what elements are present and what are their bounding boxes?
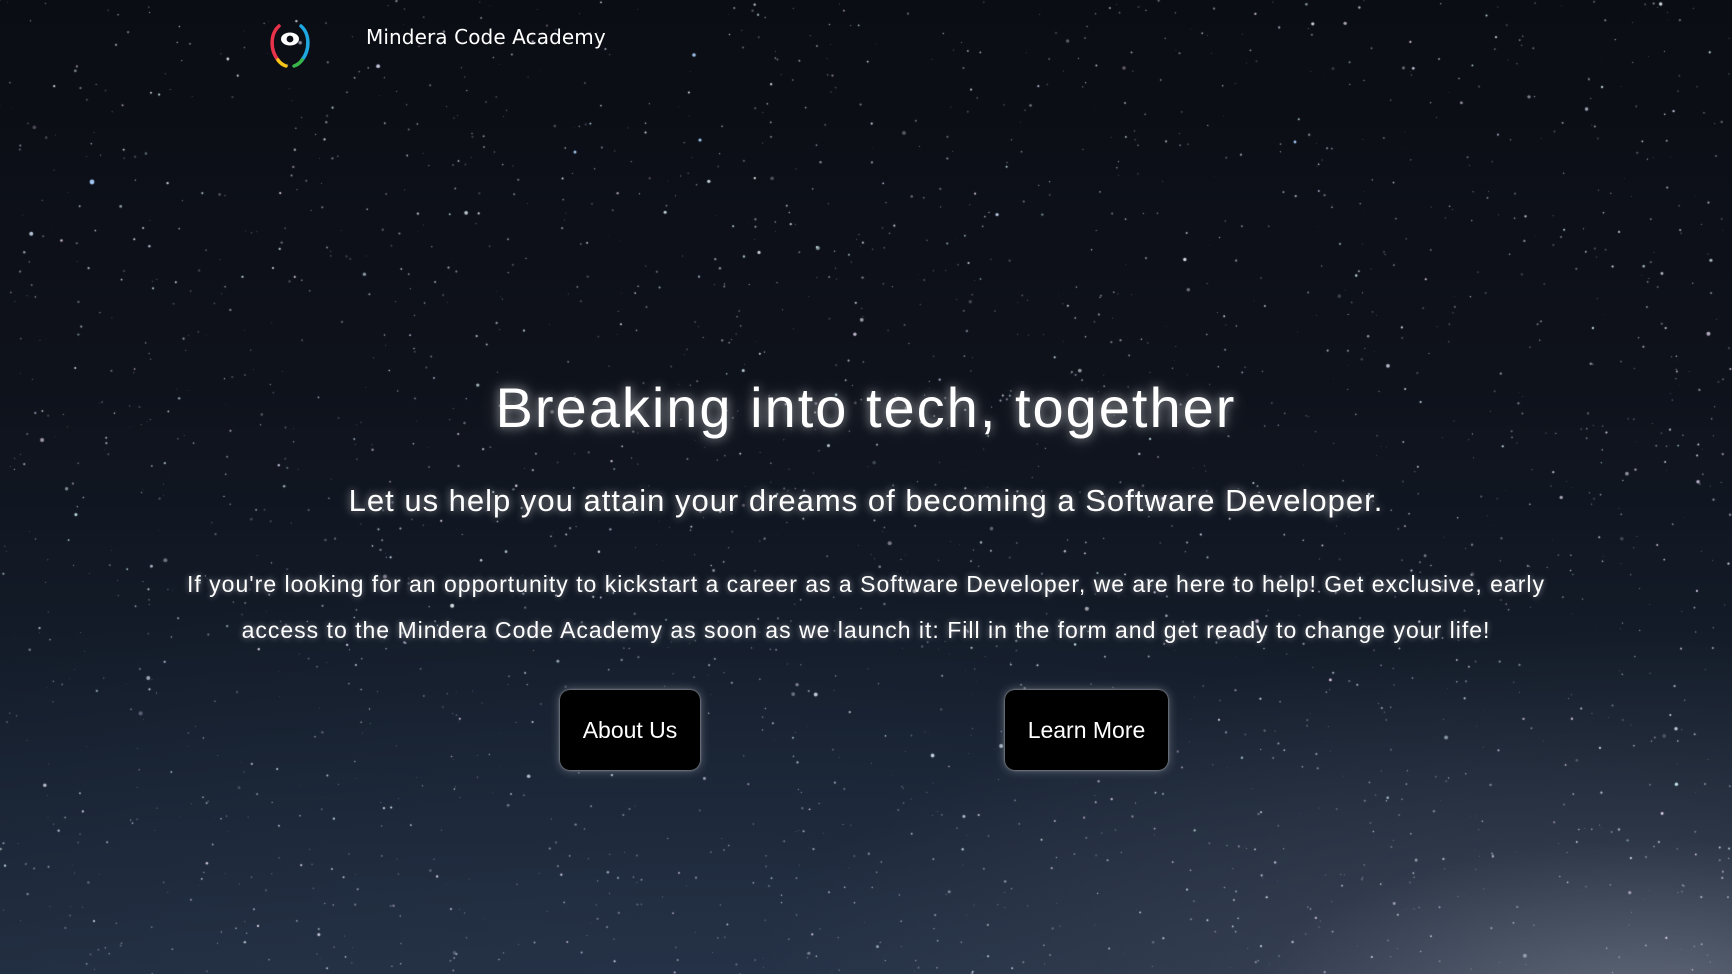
hero-headline: Breaking into tech, together <box>495 376 1237 439</box>
learn-more-button[interactable]: Learn More <box>1005 690 1168 770</box>
landing-page: Mindera Code Academy Breaking into tech,… <box>0 0 1732 974</box>
hero-description-line-2: access to the Mindera Code Academy as so… <box>241 617 1491 643</box>
hero-description: If you're looking for an opportunity to … <box>130 561 1602 653</box>
hero-section: Breaking into tech, together Let us help… <box>0 0 1732 974</box>
hero-subheadline: Let us help you attain your dreams of be… <box>348 483 1384 518</box>
about-us-button[interactable]: About Us <box>560 690 700 770</box>
hero-description-line-1: If you're looking for an opportunity to … <box>187 571 1545 597</box>
